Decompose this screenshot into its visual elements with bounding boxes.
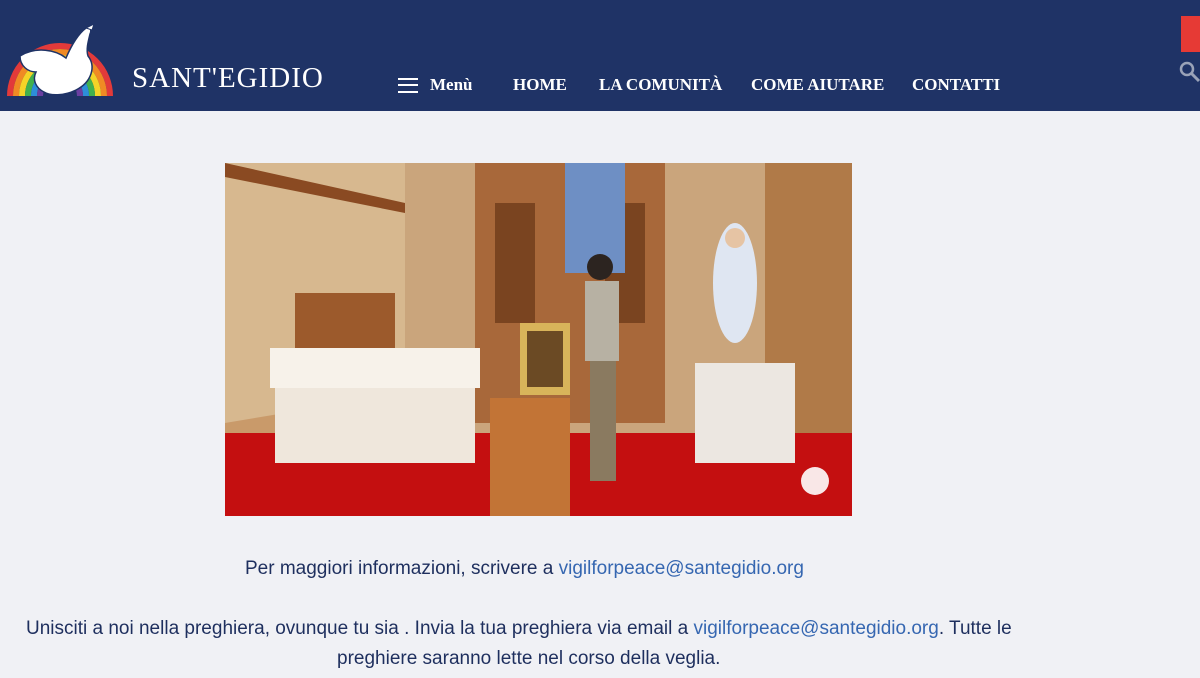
nav-contatti[interactable]: CONTATTI bbox=[912, 75, 1000, 95]
santegidio-logo[interactable] bbox=[6, 16, 114, 102]
email-link[interactable]: vigilforpeace@santegidio.org bbox=[559, 558, 804, 579]
menu-label: Menù bbox=[430, 75, 473, 94]
nav-come-aiutare[interactable]: COME AIUTARE bbox=[751, 75, 884, 95]
join-line-1: Unisciti a noi nella preghiera, ovunque … bbox=[26, 618, 1012, 640]
menu-button[interactable]: Menù bbox=[398, 75, 473, 95]
nav-home[interactable]: HOME bbox=[513, 75, 567, 95]
search-icon[interactable] bbox=[1178, 60, 1200, 84]
email-link-2[interactable]: vigilforpeace@santegidio.org bbox=[694, 618, 939, 639]
top-navbar: SANT'EGIDIO Menù HOME LA COMUNITÀ COME A… bbox=[0, 0, 1200, 111]
info-text: Per maggiori informazioni, scrivere a bbox=[245, 558, 559, 579]
red-tab[interactable] bbox=[1181, 16, 1200, 52]
church-prayer-photo bbox=[225, 163, 852, 516]
join-text-suffix: . Tutte le bbox=[938, 618, 1012, 639]
join-line-2: preghiere saranno lette nel corso della … bbox=[337, 648, 721, 669]
nav-la-comunita[interactable]: LA COMUNITÀ bbox=[599, 75, 722, 95]
info-line: Per maggiori informazioni, scrivere a vi… bbox=[245, 558, 804, 580]
brand-name[interactable]: SANT'EGIDIO bbox=[132, 62, 324, 95]
hamburger-icon bbox=[398, 77, 418, 93]
join-text: Unisciti a noi nella preghiera, ovunque … bbox=[26, 618, 694, 639]
